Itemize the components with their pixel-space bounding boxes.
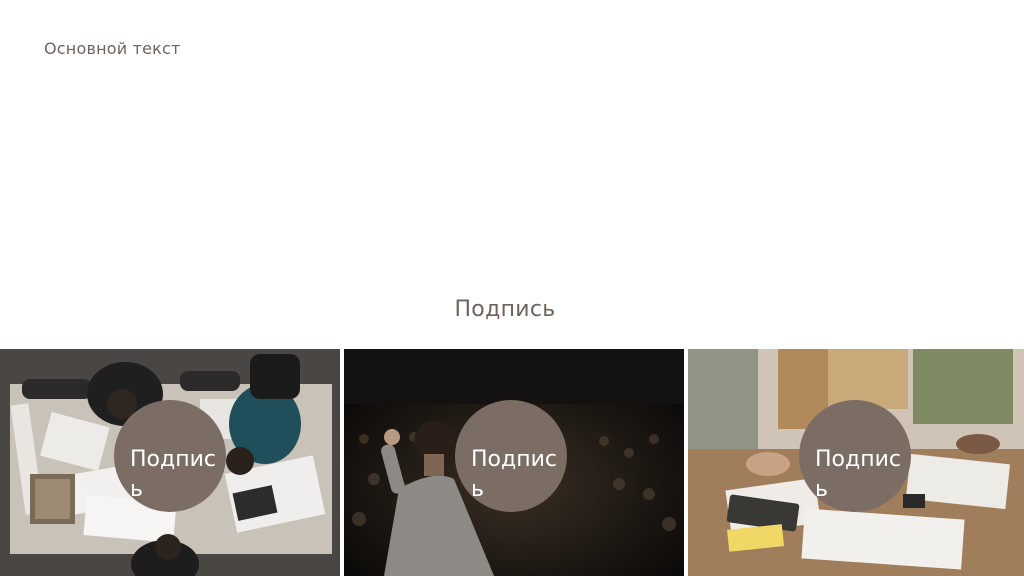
body-text: Основной текст: [44, 39, 181, 58]
slide: Основной текст Подпись Подпись Подпись П…: [0, 0, 1024, 576]
caption: Подпись: [454, 297, 556, 322]
photo-caption-badge: Подпись: [799, 400, 911, 512]
photo-caption-badge: Подпись: [114, 400, 226, 512]
photo-caption-badge: Подпись: [455, 400, 567, 512]
